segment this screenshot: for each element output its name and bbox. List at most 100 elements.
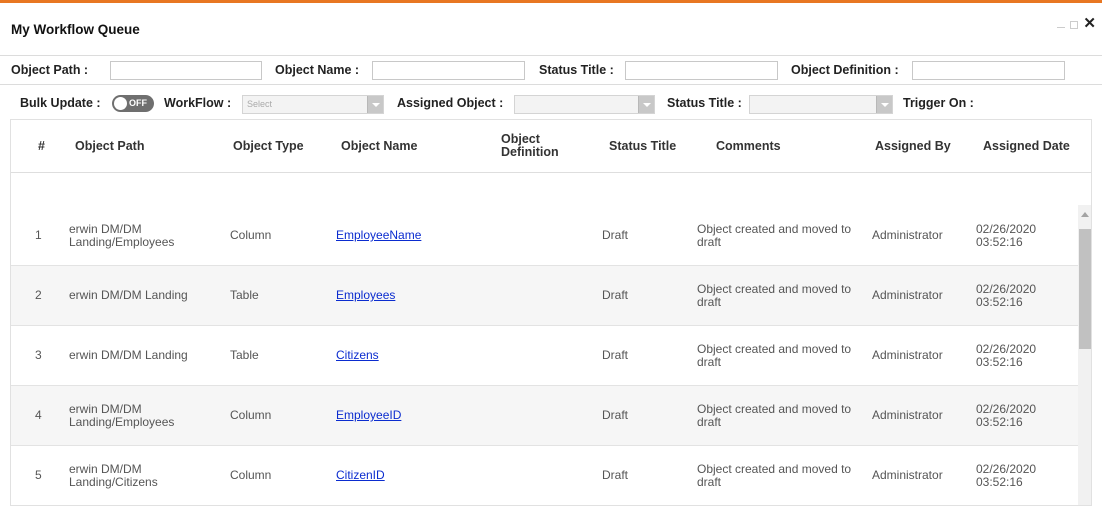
toggle-knob <box>114 97 127 110</box>
row-assigned-by: Administrator <box>872 408 943 422</box>
close-icon[interactable]: ✕ <box>1083 16 1096 31</box>
bulk-update-toggle[interactable]: OFF <box>112 95 154 112</box>
table-row[interactable]: 3 erwin DM/DM Landing Table Citizens Dra… <box>11 326 1078 386</box>
header-object-path[interactable]: Object Path <box>75 120 195 172</box>
row-object-definition <box>501 446 581 505</box>
object-name-label: Object Name : <box>275 63 360 77</box>
row-number: 5 <box>35 468 42 482</box>
row-comments: Object created and moved to draft <box>697 221 852 249</box>
status-title-select[interactable] <box>749 95 893 114</box>
row-comments: Object created and moved to draft <box>697 281 852 309</box>
header-object-type[interactable]: Object Type <box>233 120 323 172</box>
filter-row-search: Object Path : Object Name : Status Title… <box>0 55 1102 85</box>
object-definition-label: Object Definition : <box>791 63 899 77</box>
row-assigned-date: 02/26/2020 03:52:16 <box>976 341 1037 369</box>
table-row[interactable]: 5 erwin DM/DM Landing/Citizens Column Ci… <box>11 446 1078 505</box>
object-path-label: Object Path : <box>11 63 89 77</box>
row-number: 1 <box>35 228 42 242</box>
toggle-state-label: OFF <box>129 98 147 108</box>
object-name-link[interactable]: EmployeeID <box>336 409 401 422</box>
row-object-name: Citizens <box>336 326 486 385</box>
row-comments: Object created and moved to draft <box>697 401 852 429</box>
row-assigned-date: 02/26/2020 03:52:16 <box>976 281 1037 309</box>
scroll-thumb[interactable] <box>1079 229 1091 349</box>
row-status-title: Draft <box>602 408 629 422</box>
header-comments[interactable]: Comments <box>716 120 806 172</box>
row-object-path: erwin DM/DM Landing/Employees <box>69 221 175 249</box>
dialog-title: My Workflow Queue <box>11 22 140 37</box>
chevron-down-icon <box>367 96 383 113</box>
row-object-path: erwin DM/DM Landing/Citizens <box>69 461 158 489</box>
row-object-definition <box>501 386 581 445</box>
header-object-name[interactable]: Object Name <box>341 120 451 172</box>
vertical-scrollbar[interactable] <box>1078 205 1091 505</box>
row-object-path: erwin DM/DM Landing <box>69 288 188 302</box>
minimize-icon[interactable] <box>1057 27 1066 28</box>
row-assigned-date: 02/26/2020 03:52:16 <box>976 461 1037 489</box>
window-controls: ✕ <box>1057 16 1096 31</box>
row-assigned-by: Administrator <box>872 228 943 242</box>
header-assigned-date[interactable]: Assigned Date <box>983 120 1083 172</box>
workflow-select-value: Select <box>247 99 273 109</box>
row-assigned-by: Administrator <box>872 348 943 362</box>
row-comments: Object created and moved to draft <box>697 461 852 489</box>
object-name-link[interactable]: EmployeeName <box>336 229 421 242</box>
row-object-definition <box>501 266 581 325</box>
row-assigned-by: Administrator <box>872 468 943 482</box>
workflow-table: # Object Path Object Type Object Name Ob… <box>10 119 1092 506</box>
row-object-type: Table <box>230 288 259 302</box>
status-title-label: Status Title : <box>539 63 614 77</box>
assigned-object-label: Assigned Object : <box>397 96 504 110</box>
header-assigned-by[interactable]: Assigned By <box>875 120 965 172</box>
chevron-down-icon <box>876 96 892 113</box>
row-status-title: Draft <box>602 228 629 242</box>
object-name-link[interactable]: Citizens <box>336 349 379 362</box>
row-object-name: EmployeeID <box>336 386 486 445</box>
row-status-title: Draft <box>602 348 629 362</box>
table-row[interactable]: 4 erwin DM/DM Landing/Employees Column E… <box>11 386 1078 446</box>
chevron-down-icon <box>638 96 654 113</box>
row-object-type: Table <box>230 348 259 362</box>
table-row[interactable]: 1 erwin DM/DM Landing/Employees Column E… <box>11 206 1078 266</box>
row-object-name: EmployeeName <box>336 206 486 265</box>
assigned-object-select[interactable] <box>514 95 655 114</box>
header-number[interactable]: # <box>38 120 50 172</box>
row-status-title: Draft <box>602 468 629 482</box>
row-object-path: erwin DM/DM Landing <box>69 348 188 362</box>
row-number: 4 <box>35 408 42 422</box>
object-name-link[interactable]: CitizenID <box>336 469 385 482</box>
row-object-definition <box>501 206 581 265</box>
header-status-title[interactable]: Status Title <box>609 120 689 172</box>
trigger-on-label: Trigger On : <box>903 96 974 110</box>
bulk-update-label: Bulk Update : <box>20 96 101 110</box>
row-object-name: CitizenID <box>336 446 486 505</box>
filter-row-bulk: Bulk Update : OFF WorkFlow : Select Assi… <box>0 91 1102 117</box>
object-definition-input[interactable] <box>912 61 1065 80</box>
row-assigned-date: 02/26/2020 03:52:16 <box>976 401 1037 429</box>
maximize-icon[interactable] <box>1070 21 1079 29</box>
row-status-title: Draft <box>602 288 629 302</box>
row-object-type: Column <box>230 408 272 422</box>
row-number: 3 <box>35 348 42 362</box>
workflow-queue-dialog: My Workflow Queue ✕ Object Path : Object… <box>0 0 1102 506</box>
row-object-type: Column <box>230 228 272 242</box>
header-object-definition[interactable]: Object Definition <box>501 120 571 172</box>
row-comments: Object created and moved to draft <box>697 341 852 369</box>
workflow-label: WorkFlow : <box>164 96 232 110</box>
row-object-type: Column <box>230 468 272 482</box>
row-object-definition <box>501 326 581 385</box>
object-name-link[interactable]: Employees <box>336 289 395 302</box>
status-title-input[interactable] <box>625 61 778 80</box>
object-path-input[interactable] <box>110 61 262 80</box>
table-row[interactable]: 2 erwin DM/DM Landing Table Employees Dr… <box>11 266 1078 326</box>
status-title-filter-label: Status Title : <box>667 96 742 110</box>
row-object-path: erwin DM/DM Landing/Employees <box>69 401 175 429</box>
workflow-select[interactable]: Select <box>242 95 384 114</box>
row-number: 2 <box>35 288 42 302</box>
table-header: # Object Path Object Type Object Name Ob… <box>11 120 1091 173</box>
row-object-name: Employees <box>336 266 486 325</box>
scroll-up-arrow-icon[interactable] <box>1081 212 1089 217</box>
object-name-input[interactable] <box>372 61 525 80</box>
row-assigned-by: Administrator <box>872 288 943 302</box>
row-assigned-date: 02/26/2020 03:52:16 <box>976 221 1037 249</box>
